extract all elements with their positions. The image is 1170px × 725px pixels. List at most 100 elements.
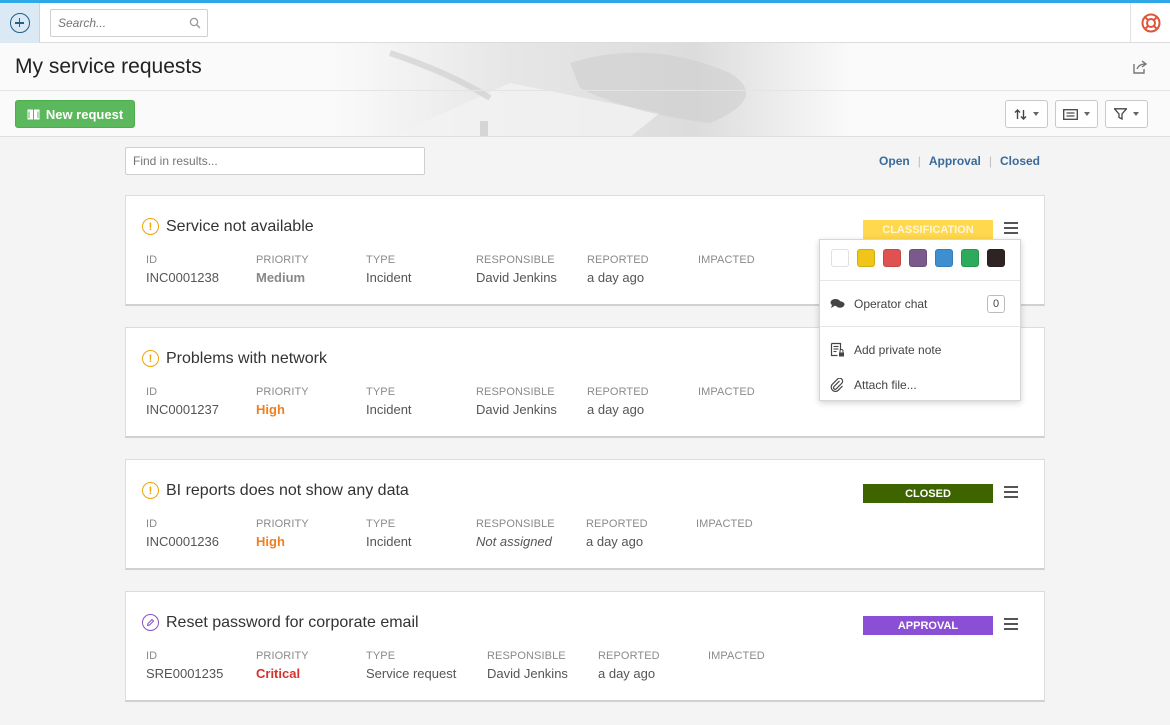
tab-open[interactable]: Open [879,154,910,168]
color-swatch[interactable] [857,249,875,267]
reported-label: REPORTED [598,650,660,662]
reported-field: REPORTED a day ago [586,518,648,549]
color-swatch[interactable] [831,249,849,267]
priority-label: PRIORITY [256,254,309,266]
paperclip-icon [830,377,846,392]
reported-field: REPORTED a day ago [587,386,649,417]
top-bar [0,0,1170,43]
funnel-icon [1114,108,1127,120]
type-value: Incident [366,270,412,285]
page-title: My service requests [15,55,202,78]
reported-value: a day ago [587,402,645,417]
warning-icon: ! [142,350,159,367]
color-swatch[interactable] [909,249,927,267]
impacted-field: IMPACTED [698,386,755,402]
id-value: INC0001238 [146,270,219,285]
id-field: ID INC0001237 [146,386,219,417]
add-private-note-item[interactable]: Add private note [820,332,1020,367]
view-button[interactable] [1055,100,1098,128]
priority-label: PRIORITY [256,650,309,662]
add-button[interactable] [0,3,40,43]
priority-label: PRIORITY [256,518,309,530]
header-divider [0,90,1170,91]
id-value: INC0001236 [146,534,219,549]
find-in-results-input[interactable] [125,147,425,175]
id-field: ID INC0001236 [146,518,219,549]
type-value: Service request [366,666,457,681]
responsible-value: Not assigned [476,534,552,549]
reported-field: REPORTED a day ago [587,254,649,285]
hamburger-menu-icon[interactable] [1004,222,1018,234]
request-card[interactable]: Reset password for corporate email ID SR… [125,591,1045,702]
impacted-label: IMPACTED [708,650,765,662]
type-field: TYPE Incident [366,386,412,417]
page-header: My service requests New request [0,43,1170,137]
share-icon[interactable] [1132,60,1148,74]
tab-separator: | [988,154,992,168]
search-box [50,9,208,37]
id-field: ID INC0001238 [146,254,219,285]
hamburger-menu-icon[interactable] [1004,618,1018,630]
responsible-field: RESPONSIBLE Not assigned [476,518,555,549]
color-swatch[interactable] [935,249,953,267]
priority-field: PRIORITY High [256,518,309,549]
lifebuoy-icon [1141,13,1160,33]
hamburger-menu-icon[interactable] [1004,486,1018,498]
color-swatch[interactable] [883,249,901,267]
responsible-label: RESPONSIBLE [476,386,555,398]
plus-icon [9,13,30,33]
priority-field: PRIORITY Medium [256,254,309,285]
color-swatch[interactable] [987,249,1005,267]
search-icon[interactable] [189,17,201,29]
request-title[interactable]: Service not available [166,218,314,236]
chevron-down-icon [1133,112,1139,116]
impacted-field: IMPACTED [696,518,753,534]
impacted-label: IMPACTED [698,386,755,398]
warning-icon: ! [142,218,159,235]
status-badge: CLASSIFICATION [863,220,993,239]
chat-icon [830,298,846,309]
priority-value: High [256,402,285,417]
priority-field: PRIORITY High [256,386,309,417]
search-input[interactable] [51,10,181,36]
menu-divider [820,326,1020,327]
reported-value: a day ago [598,666,656,681]
impacted-field: IMPACTED [698,254,755,270]
reported-label: REPORTED [587,386,649,398]
tab-separator: | [917,154,921,168]
responsible-value: David Jenkins [487,666,568,681]
type-label: TYPE [366,386,396,398]
priority-label: PRIORITY [256,386,309,398]
impacted-label: IMPACTED [698,254,755,266]
status-badge: APPROVAL [863,616,993,635]
responsible-label: RESPONSIBLE [476,254,555,266]
list-view-icon [1063,108,1078,120]
reported-value: a day ago [586,534,644,549]
filter-button[interactable] [1105,100,1148,128]
new-request-button[interactable]: New request [15,100,135,128]
status-badge: CLOSED [863,484,993,503]
priority-value: Medium [256,270,306,285]
priority-value: High [256,534,285,549]
id-value: INC0001237 [146,402,219,417]
impacted-field: IMPACTED [708,650,765,666]
request-title[interactable]: Problems with network [166,350,327,368]
chevron-down-icon [1033,112,1039,116]
request-title[interactable]: BI reports does not show any data [166,482,409,500]
reported-label: REPORTED [586,518,648,530]
tab-approval[interactable]: Approval [929,154,981,168]
request-card[interactable]: ! BI reports does not show any data ID I… [125,459,1045,570]
operator-chat-item[interactable]: Operator chat 0 [820,286,1020,321]
new-request-label: New request [45,106,124,122]
tab-closed[interactable]: Closed [1000,154,1040,168]
type-label: TYPE [366,254,396,266]
request-title[interactable]: Reset password for corporate email [166,614,419,632]
sort-button[interactable] [1005,100,1048,128]
attach-file-label: Attach file... [854,377,917,392]
attach-file-item[interactable]: Attach file... [820,367,1020,402]
help-button[interactable] [1130,3,1170,43]
responsible-value: David Jenkins [476,270,557,285]
responsible-field: RESPONSIBLE David Jenkins [487,650,568,681]
priority-value: Critical [256,666,301,681]
color-swatch[interactable] [961,249,979,267]
